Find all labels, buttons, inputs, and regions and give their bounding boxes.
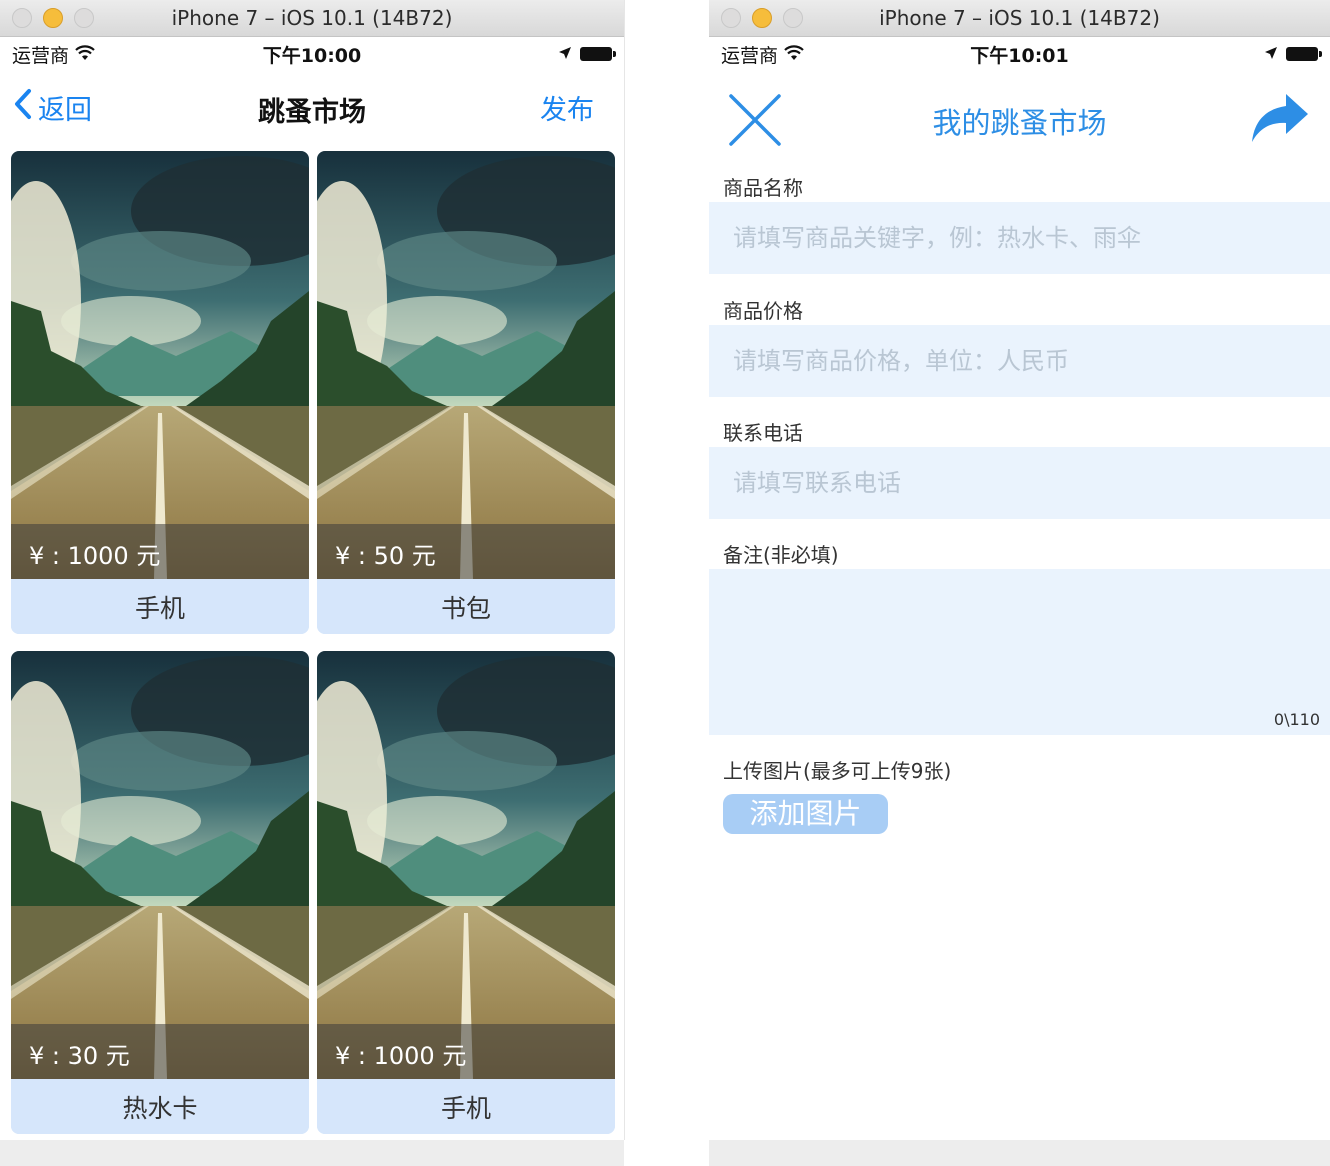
share-button[interactable] bbox=[1250, 92, 1310, 148]
product-price-input[interactable]: 请填写商品价格，单位：人民币 bbox=[709, 325, 1330, 397]
share-arrow-icon bbox=[1250, 94, 1310, 148]
upload-label: 上传图片(最多可上传9张) bbox=[723, 759, 952, 783]
note-label: 备注(非必填) bbox=[723, 543, 839, 567]
left-simulator-window: iPhone 7 – iOS 10.1 (14B72) 运营商 下午10:00 … bbox=[0, 0, 625, 1140]
status-bar: 运营商 下午10:01 bbox=[709, 37, 1330, 69]
note-textarea[interactable]: 0\110 bbox=[709, 569, 1330, 735]
product-name: 热水卡 bbox=[122, 1094, 198, 1123]
navigation-bar: 我的跳蚤市场 bbox=[709, 70, 1330, 160]
product-card[interactable]: ¥ : 1000 元 手机 bbox=[317, 651, 615, 1134]
battery-icon bbox=[580, 47, 616, 61]
product-name-label: 商品名称 bbox=[723, 176, 803, 200]
status-bar: 运营商 下午10:00 bbox=[0, 37, 624, 69]
contact-phone-label: 联系电话 bbox=[723, 421, 803, 445]
product-image bbox=[317, 651, 615, 1079]
product-card[interactable]: ¥ : 30 元 热水卡 bbox=[11, 651, 309, 1134]
page-title: 我的跳蚤市场 bbox=[932, 106, 1107, 140]
location-arrow-icon bbox=[558, 43, 572, 65]
page-title: 跳蚤市场 bbox=[258, 97, 366, 128]
product-price: ¥ : 30 元 bbox=[29, 1042, 130, 1070]
product-name: 手机 bbox=[440, 1094, 491, 1123]
product-price: ¥ : 1000 元 bbox=[29, 542, 161, 570]
window-titlebar: iPhone 7 – iOS 10.1 (14B72) bbox=[0, 0, 624, 37]
product-image bbox=[317, 151, 615, 579]
add-image-button[interactable]: 添加图片 bbox=[723, 794, 888, 834]
desktop-strip bbox=[0, 1140, 1330, 1166]
product-name: 手机 bbox=[134, 594, 185, 623]
window-title: iPhone 7 – iOS 10.1 (14B72) bbox=[879, 6, 1160, 30]
product-name: 书包 bbox=[440, 594, 491, 623]
product-image bbox=[11, 151, 309, 579]
product-price: ¥ : 50 元 bbox=[335, 542, 436, 570]
navigation-bar: 返回 跳蚤市场 发布 bbox=[0, 70, 624, 142]
product-price: ¥ : 1000 元 bbox=[335, 1042, 467, 1070]
product-price-label: 商品价格 bbox=[723, 299, 803, 323]
battery-icon bbox=[1286, 47, 1322, 61]
window-titlebar: iPhone 7 – iOS 10.1 (14B72) bbox=[709, 0, 1330, 37]
char-counter: 0\110 bbox=[1273, 710, 1320, 729]
window-title: iPhone 7 – iOS 10.1 (14B72) bbox=[171, 6, 453, 30]
product-card[interactable]: ¥ : 1000 元 手机 bbox=[11, 151, 309, 634]
product-image bbox=[11, 651, 309, 1079]
product-name-input[interactable]: 请填写商品关键字，例：热水卡、雨伞 bbox=[709, 202, 1330, 274]
status-time: 下午10:01 bbox=[970, 45, 1069, 67]
publish-button[interactable]: 发布 bbox=[540, 88, 594, 127]
status-time: 下午10:00 bbox=[262, 45, 362, 67]
location-arrow-icon bbox=[1264, 43, 1278, 65]
product-card[interactable]: ¥ : 50 元 书包 bbox=[317, 151, 615, 634]
right-simulator-window: iPhone 7 – iOS 10.1 (14B72) 运营商 下午10:01 … bbox=[709, 0, 1330, 1140]
contact-phone-input[interactable]: 请填写联系电话 bbox=[709, 447, 1330, 519]
